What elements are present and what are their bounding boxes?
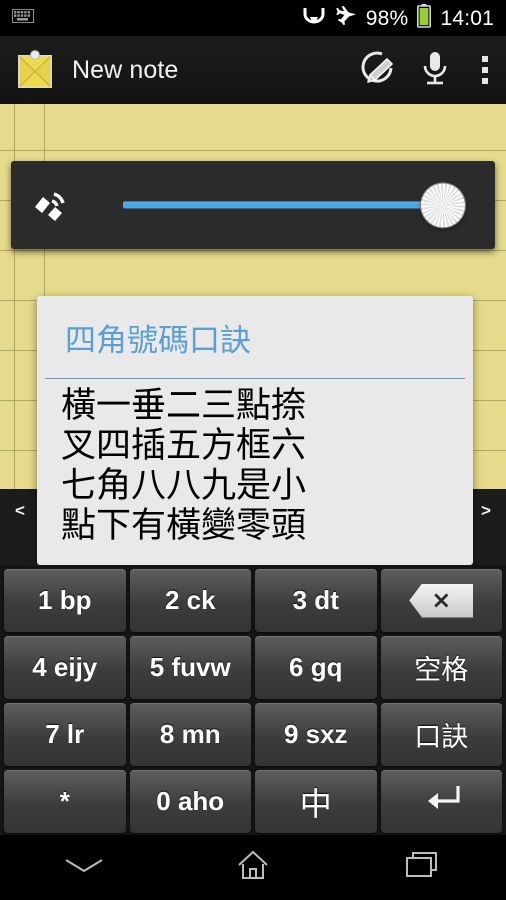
overflow-menu-icon [482,56,488,84]
key-7-lr[interactable]: 7 lr [4,703,126,766]
mnemonic-line: 七角八八九是小 [61,465,307,506]
mnemonic-card-title: 四角號碼口訣 [65,323,251,359]
airplane-mode-icon [335,5,357,32]
voice-input-button[interactable] [406,36,464,104]
home-icon [236,849,270,886]
mnemonic-line: 橫一垂二三點捺 [61,386,307,427]
hide-keyboard-button[interactable] [29,835,139,900]
volume-slider[interactable] [97,161,473,249]
sticky-note-icon[interactable] [14,48,58,92]
backspace-icon: ⨯ [409,583,474,618]
keyboard-row-1: 1 bp 2 ck 3 dt ⨯ [2,567,504,634]
mnemonic-card[interactable]: 四角號碼口訣 橫一垂二三點捺 叉四插五方框六 七角八八九是小 點下有橫變零頭 [37,296,473,565]
recents-button[interactable] [367,835,477,900]
key-0-aho[interactable]: 0 aho [129,770,251,833]
key-5-fuvw[interactable]: 5 fuvw [129,636,251,699]
battery-percent-label: 98% [365,6,409,30]
microphone-icon [418,49,452,92]
bluetooth-headset-icon [302,5,326,32]
clock-label: 14:01 [440,6,494,30]
candidate-bar-left-bg [0,489,40,565]
key-space[interactable]: 空格 [380,636,502,699]
action-bar: New note [0,36,506,104]
ringer-volume-panel [11,161,495,249]
key-3-dt[interactable]: 3 dt [255,569,377,632]
page-title: New note [72,55,179,84]
key-9-sxz[interactable]: 9 sxz [255,703,377,766]
status-bar-system-icons: 98% 14:01 [302,3,506,33]
overflow-menu-button[interactable] [464,36,506,104]
key-8-mn[interactable]: 8 mn [129,703,251,766]
rule-line [0,150,506,151]
keyboard: 1 bp 2 ck 3 dt ⨯ 4 eijy 5 fuvw 6 gq 空格 7… [0,565,506,835]
home-button[interactable] [198,835,308,900]
ringer-volume-icon[interactable] [11,185,97,225]
keyboard-row-4: * 0 aho 中 [2,768,504,835]
status-bar-notifications[interactable] [0,8,302,28]
mnemonic-line: 叉四插五方框六 [61,426,307,467]
keyboard-row-2: 4 eijy 5 fuvw 6 gq 空格 [2,634,504,701]
draw-button[interactable] [348,36,406,104]
status-bar: 98% 14:01 [0,0,506,36]
system-nav-bar [0,835,506,900]
key-star[interactable]: * [4,770,126,833]
screen: 98% 14:01 New note < > 四角號碼口訣 橫一垂二三點捺 叉四… [0,0,506,900]
key-enter[interactable] [380,770,502,833]
hide-keyboard-icon [62,853,106,882]
draw-icon [358,49,396,92]
volume-slider-track [123,183,465,227]
keyboard-icon [12,8,34,28]
mnemonic-line: 點下有橫變零頭 [61,505,307,546]
enter-icon [418,782,464,821]
mnemonic-card-body: 橫一垂二三點捺 叉四插五方框六 七角八八九是小 點下有橫變零頭 [37,379,473,547]
volume-slider-thumb[interactable] [421,183,465,227]
recents-icon [405,850,439,885]
key-6-gq[interactable]: 6 gq [255,636,377,699]
battery-icon [417,3,432,33]
key-1-bp[interactable]: 1 bp [4,569,126,632]
rule-line [0,250,506,251]
key-chinese-mode[interactable]: 中 [255,770,377,833]
key-mnemonic[interactable]: 口訣 [380,703,502,766]
key-2-ck[interactable]: 2 ck [129,569,251,632]
keyboard-row-3: 7 lr 8 mn 9 sxz 口訣 [2,701,504,768]
key-4-eijy[interactable]: 4 eijy [4,636,126,699]
key-backspace[interactable]: ⨯ [380,569,502,632]
